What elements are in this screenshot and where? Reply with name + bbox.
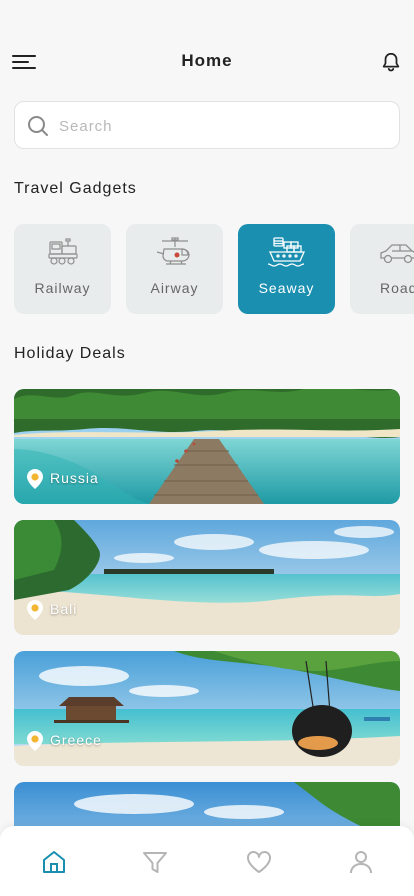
holiday-deals-heading: Holiday Deals (14, 345, 126, 362)
deal-location: Greece (50, 732, 102, 748)
deal-image (14, 389, 400, 504)
deal-card-russia[interactable]: Russia (14, 389, 400, 504)
car-icon (380, 244, 414, 264)
gadget-railway[interactable]: Railway (14, 224, 111, 314)
travel-gadgets-list: Railway Airway Seaway Road (14, 224, 414, 314)
gadget-label: Airway (150, 280, 199, 296)
bell-icon[interactable] (380, 50, 402, 74)
gadget-airway[interactable]: Airway (126, 224, 223, 314)
location-pin-icon (27, 731, 43, 751)
gadget-label: Railway (34, 280, 91, 296)
travel-gadgets-heading: Travel Gadgets (14, 180, 137, 197)
search-bar[interactable] (14, 101, 400, 149)
page-title: Home (181, 51, 233, 70)
search-icon (28, 116, 48, 136)
gadget-seaway[interactable]: Seaway (238, 224, 335, 314)
gadget-label: Road (380, 280, 414, 296)
gadget-label: Seaway (258, 280, 315, 296)
filter-icon[interactable] (141, 848, 169, 876)
profile-icon[interactable] (347, 848, 375, 876)
heart-icon[interactable] (245, 848, 273, 876)
helicopter-icon (156, 237, 190, 265)
bottom-navigation (0, 826, 414, 896)
app-header: Home (0, 40, 414, 80)
deal-location: Bali (50, 601, 78, 617)
search-input[interactable] (59, 114, 379, 138)
location-pin-icon (27, 600, 43, 620)
location-pin-icon (27, 469, 43, 489)
deal-image (14, 651, 400, 766)
gadget-road[interactable]: Road (350, 224, 414, 314)
train-icon (47, 238, 78, 265)
deal-location: Russia (50, 470, 99, 486)
home-icon[interactable] (40, 848, 68, 876)
deal-image (14, 520, 400, 635)
ship-icon (267, 237, 305, 267)
deal-card-bali[interactable]: Bali (14, 520, 400, 635)
deal-card-greece[interactable]: Greece (14, 651, 400, 766)
